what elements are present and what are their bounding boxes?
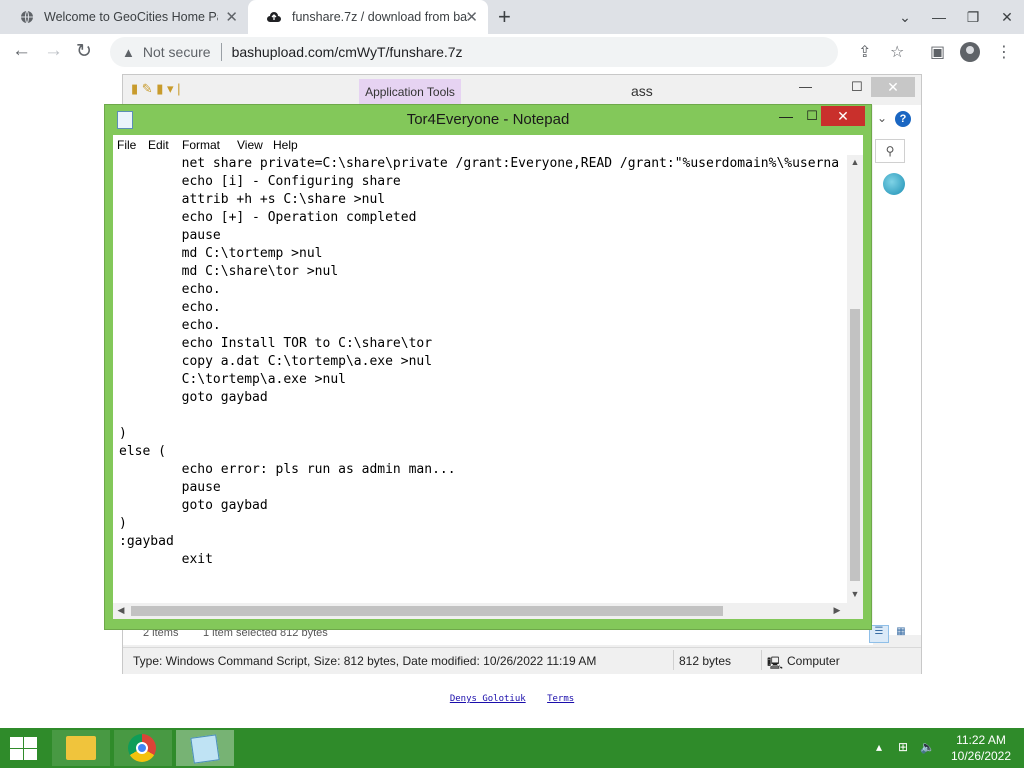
terms-link[interactable]: Terms xyxy=(547,694,574,704)
help-icon[interactable]: ? xyxy=(895,111,911,127)
notepad-titlebar[interactable]: Tor4Everyone - Notepad — ☐ ✕ xyxy=(105,105,871,133)
browser-toolbar: ← → ↻ ▲ Not secure bashupload.com/cmWyT/… xyxy=(0,34,1024,73)
horizontal-scroll-thumb[interactable] xyxy=(131,606,723,616)
vertical-scroll-thumb[interactable] xyxy=(850,309,860,581)
taskbar: ▴ ⊞ 🔈 11:22 AM 10/26/2022 xyxy=(0,728,1024,768)
restore-icon[interactable]: ❐ xyxy=(956,9,990,26)
windows-logo-icon xyxy=(24,737,37,748)
location-label: Computer xyxy=(787,654,840,668)
chrome-icon xyxy=(128,734,156,762)
vertical-scrollbar[interactable]: ▲ ▼ xyxy=(847,155,863,603)
tab-close-icon[interactable]: ✕ xyxy=(225,8,238,26)
chevron-down-icon[interactable]: ⌄ xyxy=(877,111,887,125)
tab-title: Welcome to GeoCities Home Pag xyxy=(44,10,218,24)
close-icon[interactable]: ✕ xyxy=(990,9,1024,26)
notepad-window: Tor4Everyone - Notepad — ☐ ✕ File Edit F… xyxy=(104,104,872,630)
url-text[interactable]: bashupload.com/cmWyT/funshare.7z xyxy=(232,44,463,60)
back-icon[interactable]: ← xyxy=(12,40,31,62)
scroll-left-icon[interactable]: ◀ xyxy=(113,605,129,616)
cloud-upload-icon xyxy=(267,12,281,22)
notepad-text-area[interactable]: net share private=C:\share\private /gran… xyxy=(113,155,847,603)
reload-icon[interactable]: ↻ xyxy=(76,40,92,63)
notepad-menubar: File Edit Format View Help xyxy=(113,135,863,155)
windows-logo-icon xyxy=(24,749,37,760)
notepad-icon xyxy=(190,734,220,764)
minimize-icon[interactable]: — xyxy=(922,9,956,25)
globe-icon xyxy=(21,10,33,24)
large-icons-view-icon[interactable]: ▦ xyxy=(891,625,911,643)
author-link[interactable]: Denys Golotiuk xyxy=(450,694,526,704)
tab-close-icon[interactable]: ✕ xyxy=(465,8,478,26)
security-label[interactable]: Not secure xyxy=(143,44,211,60)
explorer-title: ass xyxy=(631,83,653,99)
application-tools-tab[interactable]: Application Tools xyxy=(359,79,461,105)
script-text[interactable]: net share private=C:\share\private /gran… xyxy=(113,155,847,569)
address-divider xyxy=(220,43,222,61)
computer-icon: 🖳 xyxy=(767,656,784,670)
divider xyxy=(761,650,762,670)
horizontal-scrollbar[interactable]: ◀ ▶ xyxy=(113,603,847,619)
close-icon[interactable]: ✕ xyxy=(871,77,915,97)
chevron-down-icon[interactable]: ⌄ xyxy=(888,9,922,26)
windows-logo-icon xyxy=(10,737,23,748)
page-content: ▮ ✎ ▮ ▾ | Application Tools ass — ☐ ✕ ⌄ … xyxy=(0,72,1024,728)
clock-time: 11:22 AM xyxy=(956,733,1006,747)
quick-access-toolbar[interactable]: ▮ ✎ ▮ ▾ | xyxy=(131,81,181,97)
details-view-icon[interactable]: ☰ xyxy=(869,625,889,643)
menu-view[interactable]: View xyxy=(237,138,263,152)
tab-bashupload[interactable]: funshare.7z / download from bas ✕ xyxy=(248,0,488,34)
browser-window-controls: ⌄ — ❐ ✕ xyxy=(888,0,1024,34)
bookmark-star-icon[interactable]: ☆ xyxy=(890,42,904,62)
tab-title: funshare.7z / download from bas xyxy=(292,10,468,24)
taskbar-clock[interactable]: 11:22 AM 10/26/2022 xyxy=(950,732,1012,764)
tab-geocities[interactable]: Welcome to GeoCities Home Pag ✕ xyxy=(2,0,248,34)
minimize-icon[interactable]: — xyxy=(773,108,799,124)
clock-date: 10/26/2022 xyxy=(950,749,1012,763)
file-thumbnail-icon[interactable] xyxy=(883,173,905,195)
windows-logo-icon xyxy=(10,749,23,760)
side-panel-icon[interactable]: ▣ xyxy=(930,42,945,62)
new-tab-button[interactable]: + xyxy=(498,4,511,30)
taskbar-file-explorer[interactable] xyxy=(52,730,110,766)
minimize-icon[interactable]: — xyxy=(799,79,812,94)
scroll-down-icon[interactable]: ▼ xyxy=(847,589,863,599)
warning-icon[interactable]: ▲ xyxy=(122,45,135,60)
volume-icon[interactable]: 🔈 xyxy=(920,740,935,754)
menu-edit[interactable]: Edit xyxy=(148,138,169,152)
share-icon[interactable]: ⇪ xyxy=(858,42,871,62)
search-icon[interactable]: ⚲ xyxy=(875,139,905,163)
scroll-up-icon[interactable]: ▲ xyxy=(847,157,863,167)
taskbar-chrome[interactable] xyxy=(114,730,172,766)
menu-help[interactable]: Help xyxy=(273,138,298,152)
menu-format[interactable]: Format xyxy=(182,138,220,152)
network-icon[interactable]: ⊞ xyxy=(898,740,908,754)
maximize-icon[interactable]: ☐ xyxy=(851,79,863,95)
start-button[interactable] xyxy=(8,736,38,760)
scroll-right-icon[interactable]: ▶ xyxy=(829,605,845,616)
explorer-details-bar: Type: Windows Command Script, Size: 812 … xyxy=(123,647,921,674)
file-details: Type: Windows Command Script, Size: 812 … xyxy=(133,654,597,668)
address-bar[interactable]: ▲ Not secure bashupload.com/cmWyT/funsha… xyxy=(110,37,838,67)
menu-dots-icon[interactable]: ⋮ xyxy=(996,42,1012,62)
file-size: 812 bytes xyxy=(679,654,732,668)
profile-avatar[interactable] xyxy=(960,42,980,62)
show-hidden-icons-icon[interactable]: ▴ xyxy=(876,740,882,754)
menu-file[interactable]: File xyxy=(117,138,136,152)
tab-strip: Welcome to GeoCities Home Pag ✕ funshare… xyxy=(0,0,1024,34)
folder-icon xyxy=(66,736,96,760)
forward-icon[interactable]: → xyxy=(44,40,63,62)
scroll-corner xyxy=(847,603,863,619)
close-icon[interactable]: ✕ xyxy=(821,106,865,126)
taskbar-notepad[interactable] xyxy=(176,730,234,766)
page-footer: Denys Golotiuk Terms xyxy=(0,694,1024,704)
explorer-titlebar: ▮ ✎ ▮ ▾ | Application Tools ass — ☐ ✕ xyxy=(123,75,921,105)
notepad-title: Tor4Everyone - Notepad xyxy=(406,111,570,128)
divider xyxy=(673,650,674,670)
